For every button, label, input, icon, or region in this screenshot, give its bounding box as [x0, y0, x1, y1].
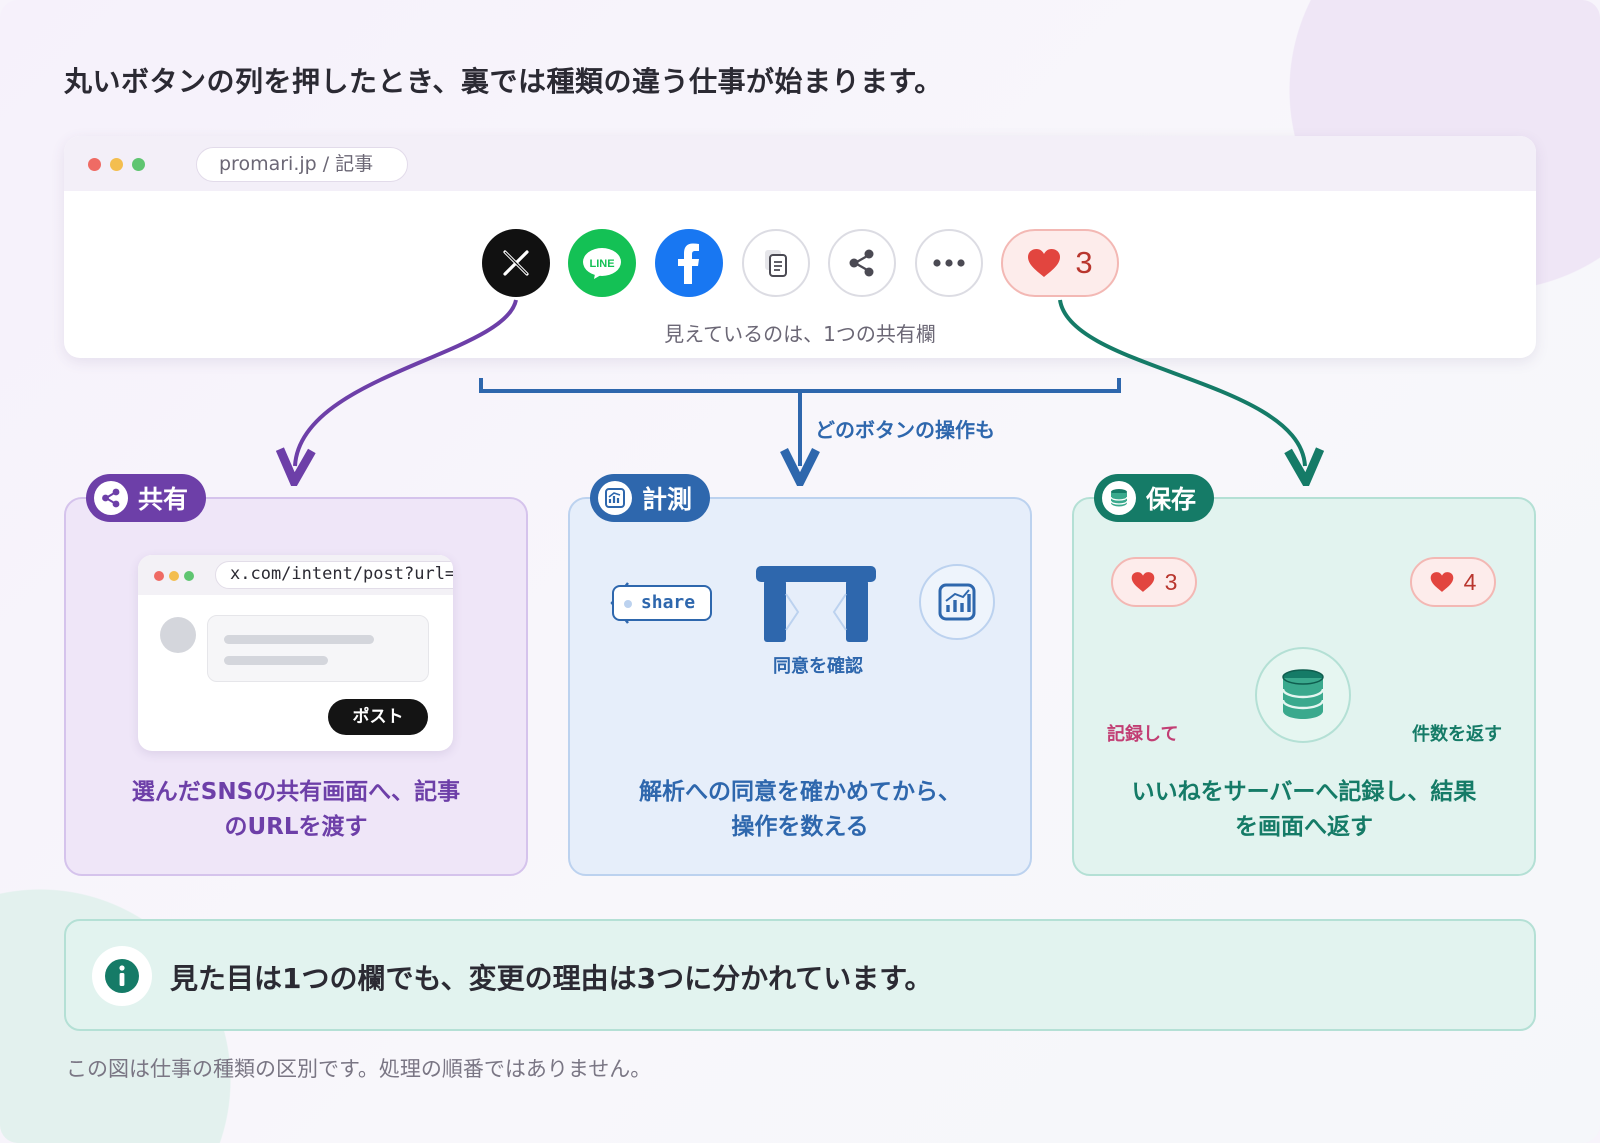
- measure-card-line-2: 操作を数える: [731, 814, 869, 840]
- bracket: [479, 378, 1121, 393]
- consent-gate-label: 同意を確認: [773, 656, 863, 677]
- heart-icon: [1131, 572, 1154, 592]
- chart-icon: [938, 583, 976, 621]
- share-tag: 共有: [86, 474, 207, 522]
- avatar: [160, 617, 196, 653]
- info-icon-wrap: [92, 946, 152, 1006]
- measure-tag-label: 計測: [642, 485, 693, 514]
- server-circle: [1255, 647, 1351, 743]
- measure-tag: 計測: [590, 474, 711, 522]
- chart-icon: [598, 481, 632, 515]
- share-card-description: 選んだSNSの共有画面へ、記事 のURLを渡す: [64, 775, 528, 845]
- share-nodes-icon: [94, 481, 128, 515]
- database-icon: [1102, 481, 1136, 515]
- info-icon: [105, 959, 139, 993]
- like-after-count: 4: [1463, 568, 1477, 595]
- share-card-line-2: のURLを渡す: [224, 814, 368, 840]
- store-card-line-2: を画面へ返す: [1235, 814, 1373, 840]
- like-before-count: 3: [1164, 568, 1178, 595]
- database-icon: [1281, 669, 1325, 719]
- footnote: この図は仕事の種類の区別です。処理の順番ではありません。: [66, 1057, 652, 1081]
- share-card-line-1: 選んだSNSの共有画面へ、記事: [131, 779, 461, 805]
- info-note: 見た目は1つの欄でも、変更の理由は3つに分かれています。: [64, 919, 1536, 1031]
- heart-icon: [1430, 572, 1453, 592]
- like-before-pill: 3: [1111, 557, 1197, 607]
- return-label: 件数を返す: [1412, 724, 1502, 745]
- mini-browser: x.com/intent/post?url=… ポスト: [138, 555, 453, 751]
- like-after-pill: 4: [1410, 557, 1496, 607]
- bracket-label: どのボタンの操作も: [815, 418, 995, 442]
- share-event-label: share: [640, 592, 696, 613]
- placeholder-line: [224, 635, 374, 644]
- store-connector: [1058, 299, 1305, 466]
- measure-card-description: 解析への同意を確かめてから、 操作を数える: [568, 775, 1032, 845]
- measure-card-line-1: 解析への同意を確かめてから、: [639, 779, 961, 805]
- store-tag: 保存: [1094, 474, 1215, 522]
- analytics-circle: [919, 564, 995, 640]
- post-button[interactable]: ポスト: [328, 699, 428, 735]
- store-card-line-1: いいねをサーバーへ記録し、結果: [1131, 779, 1477, 805]
- store-card-description: いいねをサーバーへ記録し、結果 を画面へ返す: [1072, 775, 1536, 845]
- mini-browser-bar: x.com/intent/post?url=…: [138, 555, 453, 595]
- mini-maximize-dot: [184, 571, 194, 581]
- mini-minimize-dot: [169, 571, 179, 581]
- event-tag-hole: [624, 600, 632, 608]
- post-text-box: [207, 615, 429, 682]
- info-note-text: 見た目は1つの欄でも、変更の理由は3つに分かれています。: [170, 962, 933, 995]
- mini-address-bar: x.com/intent/post?url=…: [215, 561, 453, 589]
- record-label: 記録して: [1107, 724, 1179, 745]
- placeholder-line: [224, 656, 328, 665]
- mini-close-dot: [154, 571, 164, 581]
- store-tag-label: 保存: [1146, 485, 1197, 514]
- share-tag-label: 共有: [138, 485, 189, 514]
- consent-gate-icon: [756, 566, 876, 642]
